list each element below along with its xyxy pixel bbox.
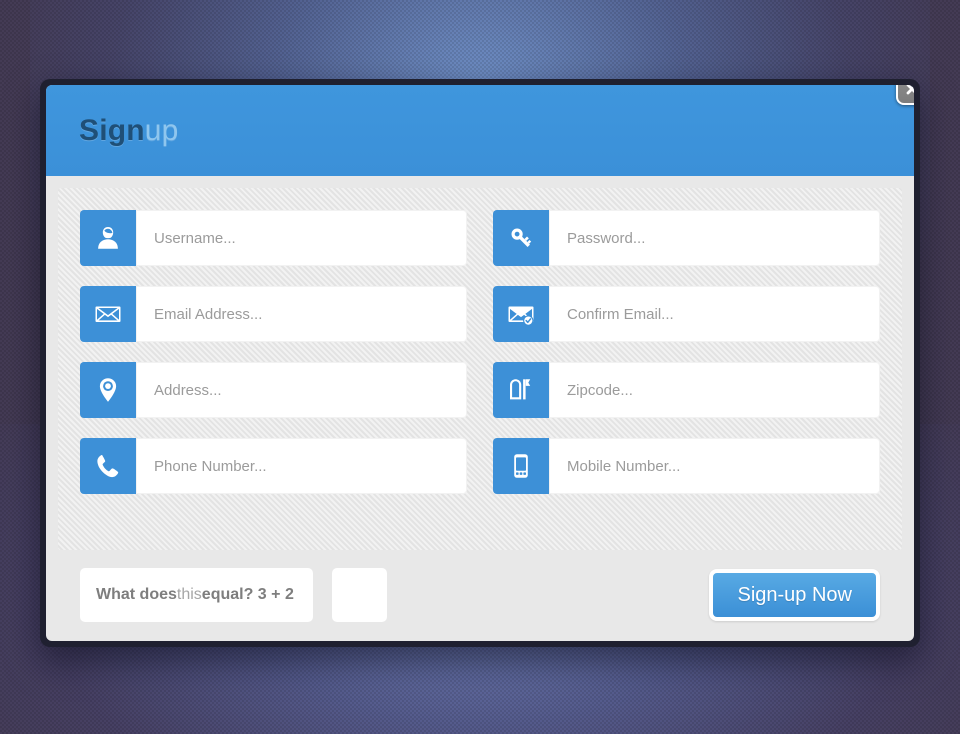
dialog-footer: What does this equal? 3 + 2 Sign-up Now [46,550,914,640]
key-icon [493,210,549,266]
dialog-inner: Signup Username... Email Address... Conf… [46,85,914,641]
close-button[interactable] [896,85,914,105]
signup-button[interactable]: Sign-up Now [709,569,880,621]
captcha-question-part-2: this [176,586,202,603]
captcha-question-part-1: What does [96,586,177,603]
field-phone-number [80,438,467,494]
captcha-question-part-3: equal? 3 + 2 [201,586,294,603]
zipcode-input[interactable] [549,362,880,418]
field-row [80,362,880,418]
mailbox-icon [493,362,549,418]
phone-icon [80,438,136,494]
dialog-header: Signup [46,85,914,176]
map-pin-icon [80,362,136,418]
envelope-icon [80,286,136,342]
field-email [80,286,467,342]
password-input[interactable] [549,210,880,266]
field-zipcode [493,362,880,418]
signup-dialog: Signup Username... Email Address... Conf… [40,79,920,647]
captcha-answer-input[interactable] [332,568,387,622]
address-input[interactable] [136,362,467,418]
mobile-number-input[interactable] [549,438,880,494]
field-row [80,286,880,342]
fields-area [58,188,902,550]
page-title: Signup [79,114,179,148]
confirm-email-input[interactable] [549,286,880,342]
title-light: up [144,113,179,147]
close-icon [904,85,914,97]
mobile-phone-icon [493,438,549,494]
field-row [80,210,880,266]
captcha-question: What does this equal? 3 + 2 [80,568,313,622]
desktop-background: Signup Username... Email Address... Conf… [0,0,960,734]
envelope-check-icon [493,286,549,342]
email-input[interactable] [136,286,467,342]
field-confirm-email [493,286,880,342]
field-password [493,210,880,266]
username-input[interactable] [136,210,467,266]
field-row [80,438,880,494]
field-mobile-number [493,438,880,494]
field-username [80,210,467,266]
user-icon [80,210,136,266]
title-strong: Sign [79,113,145,147]
phone-number-input[interactable] [136,438,467,494]
field-address [80,362,467,418]
